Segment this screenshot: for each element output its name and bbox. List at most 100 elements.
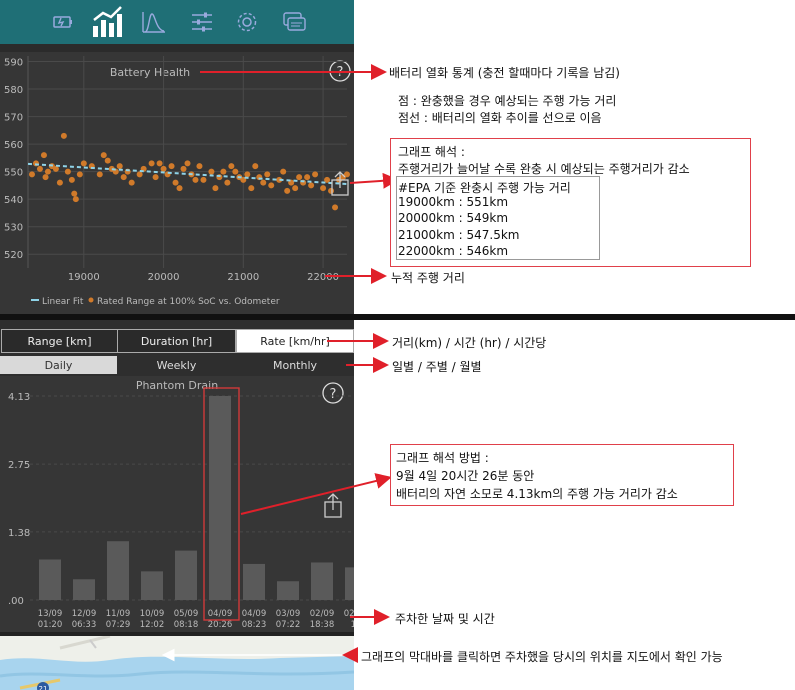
help-button[interactable]: ?: [329, 60, 351, 82]
data-point[interactable]: [40, 152, 47, 159]
drain-bar[interactable]: [141, 571, 163, 600]
drain-bar[interactable]: [311, 562, 333, 600]
tab-range[interactable]: Range [km]: [1, 329, 118, 353]
battery-health-chart[interactable]: Battery Health ? 590 580 570 560 550 540 530 52…: [0, 52, 354, 314]
data-point[interactable]: [212, 185, 219, 192]
data-point[interactable]: [68, 176, 75, 183]
data-point[interactable]: [160, 165, 167, 172]
data-point[interactable]: [328, 187, 335, 194]
help-glyph: ?: [337, 65, 344, 80]
data-point[interactable]: [192, 176, 199, 183]
tab-daily[interactable]: Daily: [0, 356, 117, 374]
drain-bar[interactable]: [107, 541, 129, 600]
data-point[interactable]: [296, 174, 303, 181]
data-point[interactable]: [320, 185, 327, 192]
data-point[interactable]: [244, 171, 251, 178]
data-point[interactable]: [180, 165, 187, 172]
data-point[interactable]: [71, 190, 78, 197]
data-point[interactable]: [76, 171, 83, 178]
data-point[interactable]: [248, 185, 255, 192]
data-point[interactable]: [148, 160, 155, 167]
box-line: #EPA 기준 완충시 주행 가능 거리: [398, 181, 571, 195]
data-point[interactable]: [56, 179, 63, 186]
data-point[interactable]: [304, 174, 311, 181]
data-point[interactable]: [260, 179, 267, 186]
map-view[interactable]: 21: [0, 636, 354, 690]
phantom-drain-chart[interactable]: Phantom Drain ? 4.13 2.75 1.38 .00 13/0901:…: [0, 376, 368, 632]
x-tick-time: 12:02: [140, 620, 165, 630]
data-point[interactable]: [36, 165, 43, 172]
battery-icon[interactable]: [47, 6, 79, 38]
drain-bar[interactable]: [277, 581, 299, 600]
curve-icon[interactable]: [138, 6, 170, 38]
data-point[interactable]: [42, 174, 49, 181]
help-button[interactable]: ?: [322, 382, 344, 404]
data-point[interactable]: [220, 168, 227, 175]
chart-icon[interactable]: [90, 4, 124, 40]
data-point[interactable]: [284, 187, 291, 194]
drain-bar[interactable]: [39, 559, 61, 600]
tab-duration[interactable]: Duration [hr]: [117, 329, 236, 353]
drain-bar[interactable]: [243, 563, 265, 600]
x-tick-time: 20:26: [208, 620, 233, 630]
y-tick-label: 4.13: [8, 392, 30, 403]
data-point[interactable]: [208, 168, 215, 175]
data-point[interactable]: [184, 160, 191, 167]
data-point[interactable]: [120, 174, 127, 181]
data-point[interactable]: [280, 168, 287, 175]
data-point[interactable]: [72, 196, 79, 203]
data-point[interactable]: [60, 132, 67, 139]
data-point[interactable]: [224, 179, 231, 186]
x-tick-date: 04/09: [242, 609, 267, 619]
gear-icon[interactable]: [231, 6, 263, 38]
y-tick-label: 570: [4, 113, 23, 124]
data-point[interactable]: [308, 182, 315, 189]
data-point[interactable]: [64, 168, 71, 175]
share-button[interactable]: [324, 493, 342, 518]
data-point[interactable]: [152, 174, 159, 181]
data-point[interactable]: [292, 185, 299, 192]
data-point[interactable]: [128, 179, 135, 186]
tab-rate[interactable]: Rate [km/hr]: [236, 329, 354, 353]
data-point[interactable]: [156, 160, 163, 167]
data-point[interactable]: [80, 160, 87, 167]
data-point[interactable]: [116, 163, 123, 170]
data-point[interactable]: [28, 171, 35, 178]
x-tick-label: 21000: [227, 272, 259, 283]
drain-bar[interactable]: [175, 550, 197, 600]
data-point[interactable]: [172, 179, 179, 186]
drain-bar[interactable]: [209, 396, 231, 600]
data-point[interactable]: [252, 163, 259, 170]
data-point[interactable]: [168, 163, 175, 170]
tab-monthly[interactable]: Monthly: [236, 356, 354, 374]
data-point[interactable]: [104, 157, 111, 164]
data-point[interactable]: [44, 168, 51, 175]
y-tick-label: 520: [4, 250, 23, 261]
data-point[interactable]: [196, 163, 203, 170]
note-box-drain: 그래프 해석 방법 : 9월 4일 20시간 26분 동안 배터리의 자연 소모…: [390, 444, 734, 506]
box-line: 9월 4일 20시간 26분 동안: [396, 469, 535, 483]
data-point[interactable]: [228, 163, 235, 170]
data-point[interactable]: [268, 182, 275, 189]
data-point[interactable]: [100, 152, 107, 159]
y-tick-label: 550: [4, 168, 23, 179]
sliders-icon[interactable]: [186, 6, 218, 38]
chat-icon[interactable]: [278, 6, 310, 38]
drain-bar[interactable]: [73, 579, 95, 600]
note-map: 그래프의 막대바를 클릭하면 주차했을 당시의 위치를 지도에서 확인 가능: [361, 650, 723, 664]
note-health: 배터리 열화 통계 (충전 할때마다 기록을 남김): [389, 66, 620, 80]
data-point[interactable]: [332, 204, 339, 211]
data-point[interactable]: [232, 168, 239, 175]
data-point[interactable]: [176, 185, 183, 192]
note-points: 점 : 완충했을 경우 예상되는 주행 가능 거리: [398, 94, 617, 108]
x-tick-time: 08:18: [174, 620, 199, 630]
data-point[interactable]: [312, 171, 319, 178]
box-line: 그래프 해석 :: [398, 145, 465, 159]
box-line: 21000km : 547.5km: [398, 228, 520, 242]
data-point[interactable]: [136, 171, 143, 178]
tab-weekly[interactable]: Weekly: [117, 356, 236, 374]
data-point[interactable]: [200, 176, 207, 183]
drain-bar[interactable]: [345, 567, 367, 600]
data-point[interactable]: [96, 171, 103, 178]
data-point[interactable]: [264, 171, 271, 178]
